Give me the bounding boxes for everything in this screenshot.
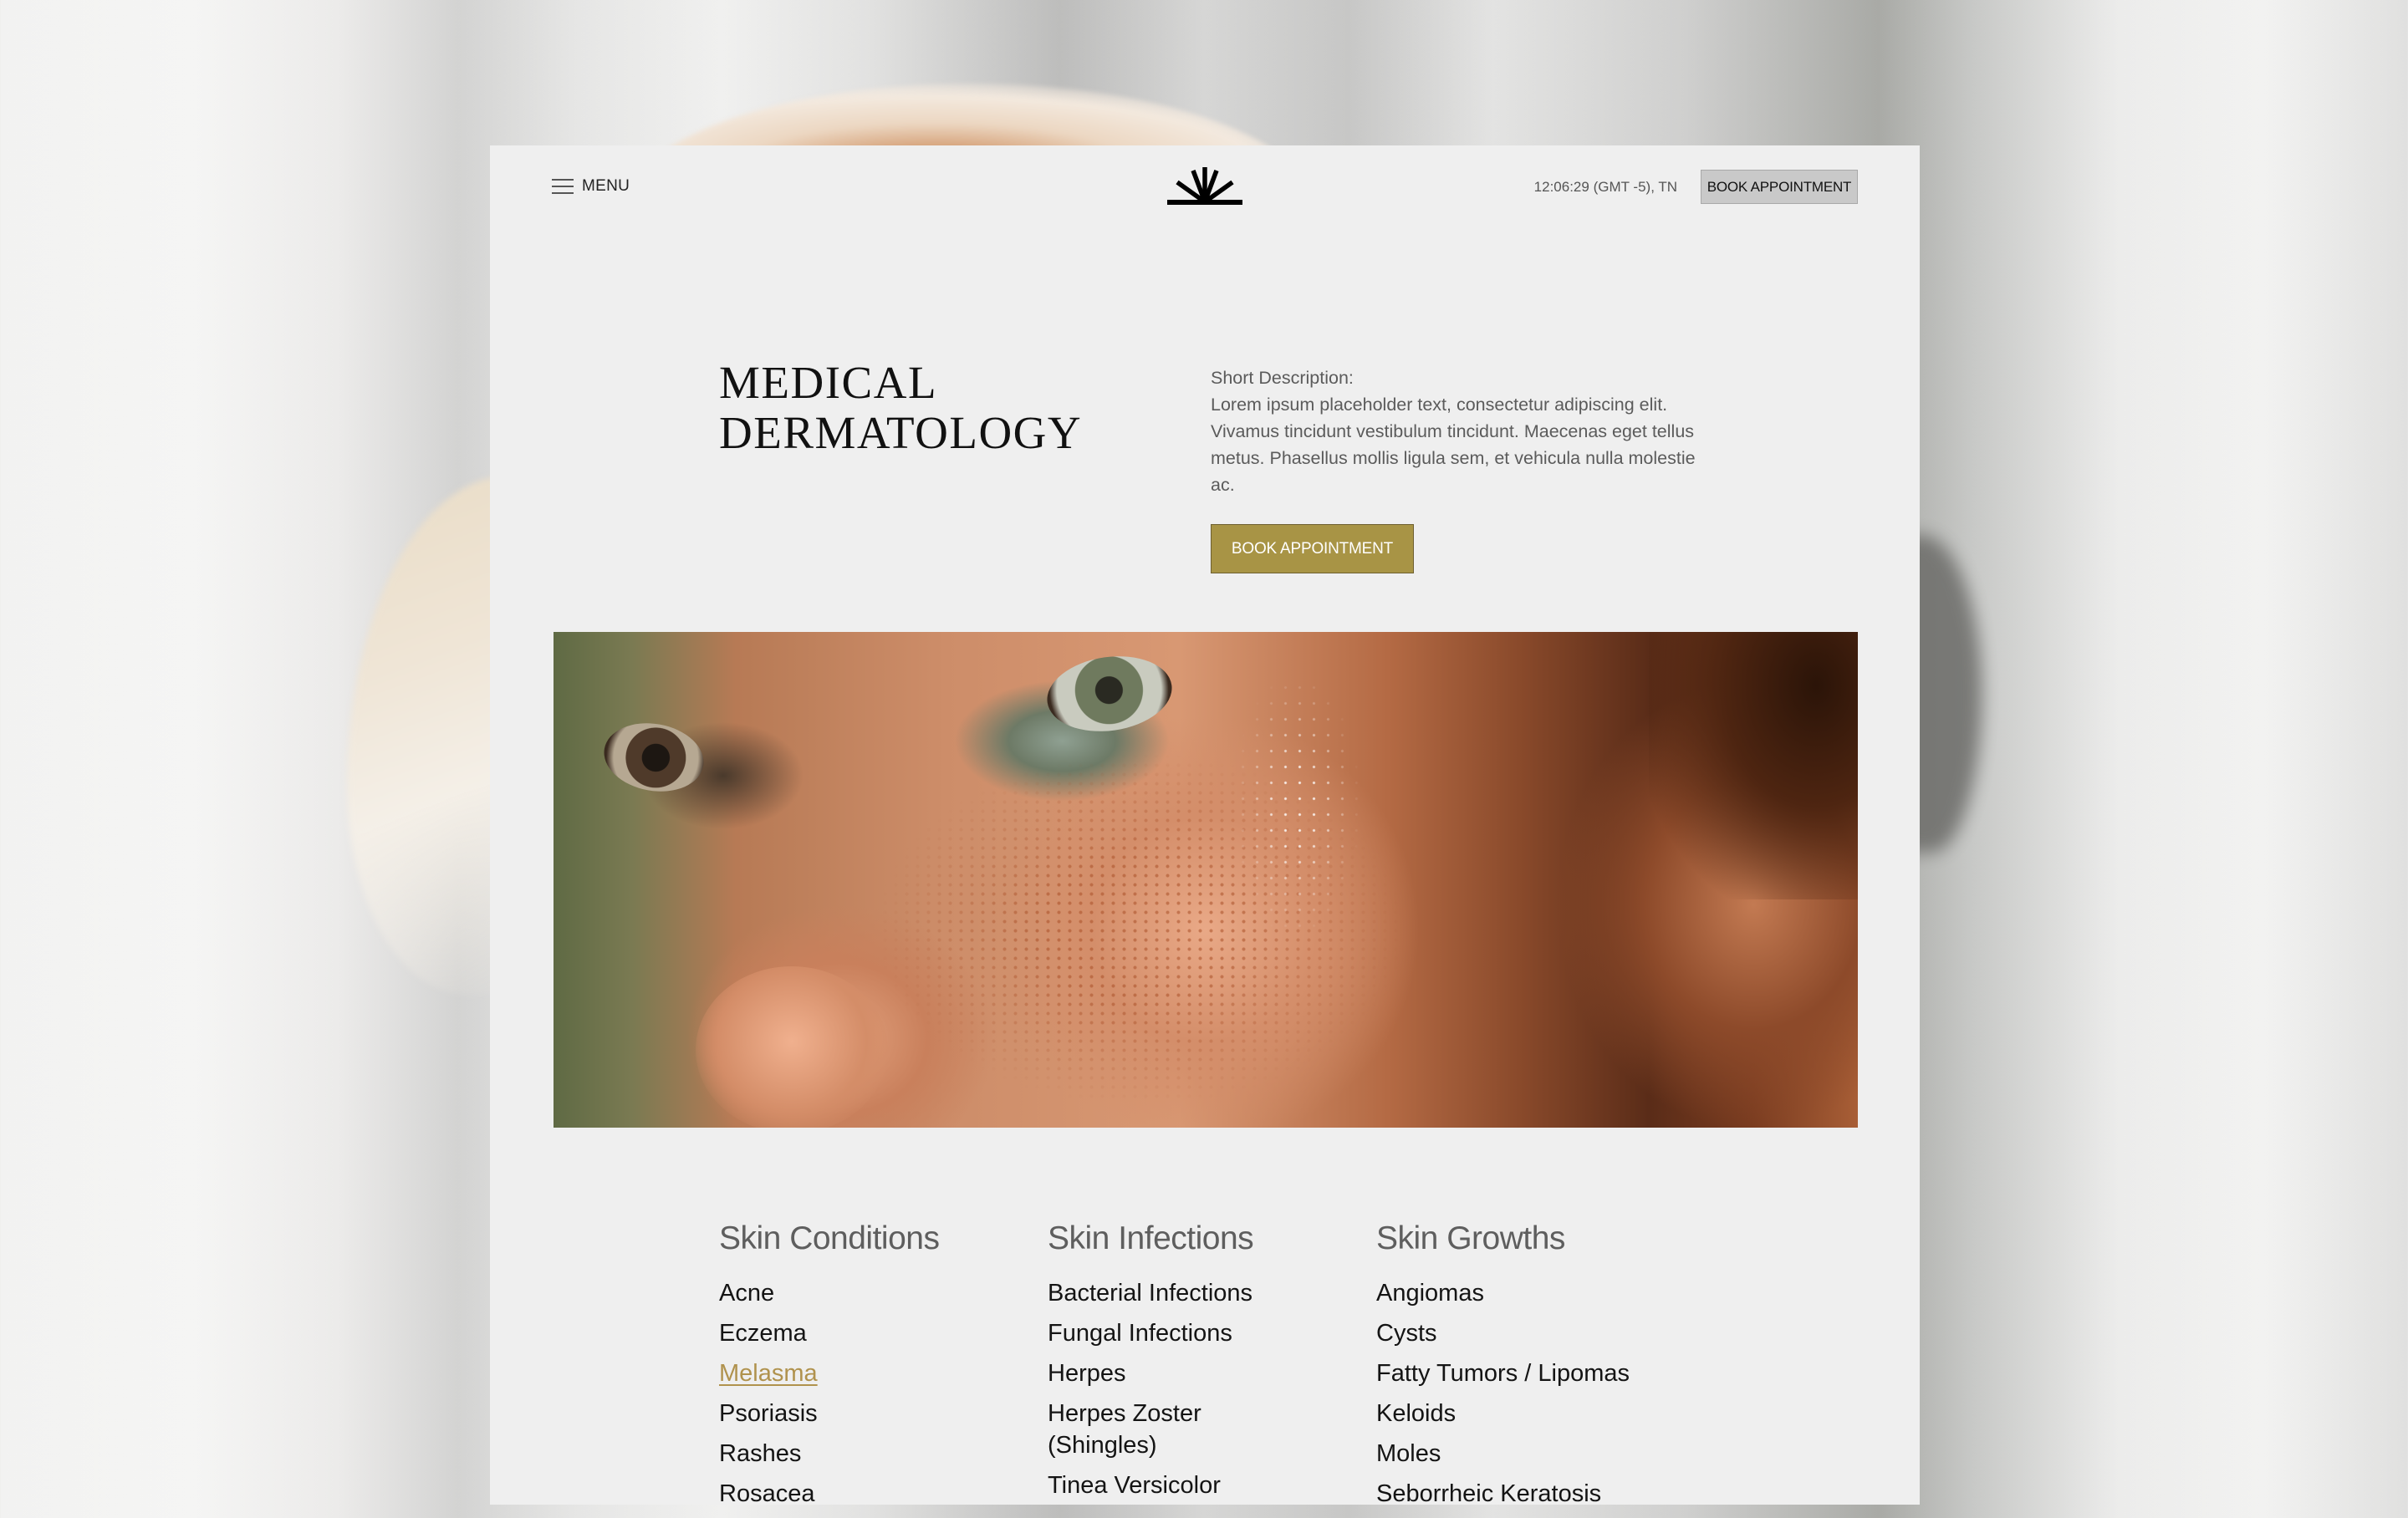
category-link-active[interactable]: Melasma bbox=[719, 1360, 818, 1387]
page-title: MEDICAL DERMATOLOGY bbox=[719, 358, 1082, 458]
category-heading: Skin Growths bbox=[1376, 1220, 1565, 1256]
hero-book-appointment-button[interactable]: BOOK APPOINTMENT bbox=[1211, 524, 1414, 573]
category-columns: Skin Conditions Acne Eczema Melasma Psor… bbox=[719, 1217, 1705, 1518]
list-item: Fatty Tumors / Lipomas bbox=[1376, 1358, 1705, 1389]
list-item: Melasma bbox=[719, 1358, 1048, 1389]
category-link[interactable]: Rosacea bbox=[719, 1480, 814, 1507]
hero-image-sparkle bbox=[554, 632, 1858, 1128]
category-list: Bacterial Infections Fungal Infections H… bbox=[1048, 1277, 1376, 1501]
nav-book-appointment-button[interactable]: BOOK APPOINTMENT bbox=[1701, 170, 1858, 204]
sunburst-logo-icon[interactable] bbox=[1167, 164, 1242, 207]
category-link[interactable]: Fungal Infections bbox=[1048, 1320, 1232, 1347]
list-item: Seborrheic Keratosis bbox=[1376, 1478, 1705, 1510]
category-heading: Skin Infections bbox=[1048, 1220, 1254, 1256]
short-description-text: Lorem ipsum placeholder text, consectetu… bbox=[1211, 395, 1696, 495]
category-link[interactable]: Keloids bbox=[1376, 1400, 1456, 1427]
category-link[interactable]: Tinea Versicolor bbox=[1048, 1472, 1221, 1499]
list-item: Eczema bbox=[719, 1317, 1048, 1349]
category-list: Angiomas Cysts Fatty Tumors / Lipomas Ke… bbox=[1376, 1277, 1705, 1510]
list-item: Tinea Versicolor bbox=[1048, 1470, 1376, 1501]
hero-image bbox=[554, 632, 1858, 1128]
category-column-skin-infections: Skin Infections Bacterial Infections Fun… bbox=[1048, 1217, 1376, 1518]
category-heading: Skin Conditions bbox=[719, 1220, 940, 1256]
list-item: Rashes bbox=[719, 1438, 1048, 1470]
menu-label: MENU bbox=[582, 177, 630, 195]
category-link[interactable]: Fatty Tumors / Lipomas bbox=[1376, 1360, 1630, 1387]
category-column-skin-conditions: Skin Conditions Acne Eczema Melasma Psor… bbox=[719, 1217, 1048, 1518]
category-link[interactable]: Seborrheic Keratosis bbox=[1376, 1480, 1601, 1507]
category-link[interactable]: Eczema bbox=[719, 1320, 807, 1347]
category-link[interactable]: Moles bbox=[1376, 1440, 1441, 1467]
hamburger-icon bbox=[552, 179, 574, 194]
short-description-label: Short Description: bbox=[1211, 368, 1354, 388]
list-item: Angiomas bbox=[1376, 1277, 1705, 1309]
list-item: Fungal Infections bbox=[1048, 1317, 1376, 1349]
menu-button[interactable]: MENU bbox=[552, 177, 630, 196]
page-title-line-2: DERMATOLOGY bbox=[719, 407, 1083, 458]
category-link[interactable]: Herpes bbox=[1048, 1360, 1126, 1387]
category-link[interactable]: Rashes bbox=[719, 1440, 801, 1467]
category-link[interactable]: Angiomas bbox=[1376, 1280, 1484, 1307]
list-item: Herpes bbox=[1048, 1358, 1376, 1389]
list-item: Herpes Zoster (Shingles) bbox=[1048, 1398, 1248, 1461]
page-title-line-1: MEDICAL bbox=[719, 357, 938, 408]
category-link[interactable]: Cysts bbox=[1376, 1320, 1437, 1347]
list-item: Cysts bbox=[1376, 1317, 1705, 1349]
category-column-skin-growths: Skin Growths Angiomas Cysts Fatty Tumors… bbox=[1376, 1217, 1705, 1518]
category-list: Acne Eczema Melasma Psoriasis Rashes Ros… bbox=[719, 1277, 1048, 1510]
category-link[interactable]: Psoriasis bbox=[719, 1400, 818, 1427]
category-link[interactable]: Bacterial Infections bbox=[1048, 1280, 1252, 1307]
category-link[interactable]: Acne bbox=[719, 1280, 774, 1307]
category-link[interactable]: Herpes Zoster (Shingles) bbox=[1048, 1400, 1201, 1459]
short-description: Short Description: Lorem ipsum placehold… bbox=[1211, 364, 1712, 498]
list-item: Bacterial Infections bbox=[1048, 1277, 1376, 1309]
list-item: Rosacea bbox=[719, 1478, 1048, 1510]
clock-readout: 12:06:29 (GMT -5), TN bbox=[1533, 179, 1677, 195]
list-item: Acne bbox=[719, 1277, 1048, 1309]
page-card: MENU 12:06:29 (GMT -5), TN BOOK APPOINTM… bbox=[490, 145, 1920, 1507]
list-item: Keloids bbox=[1376, 1398, 1705, 1429]
list-item: Psoriasis bbox=[719, 1398, 1048, 1429]
list-item: Moles bbox=[1376, 1438, 1705, 1470]
